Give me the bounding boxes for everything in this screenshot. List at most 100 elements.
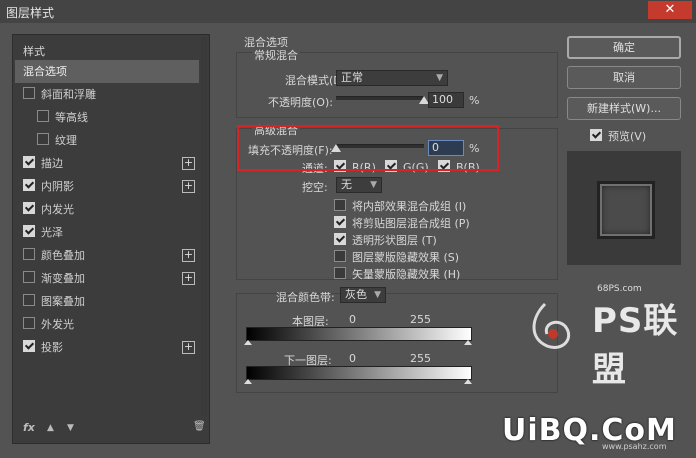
advanced-option-checkbox[interactable] — [334, 216, 346, 228]
advanced-option-label: 将内部效果混合成组 (I) — [352, 200, 467, 213]
effect-checkbox[interactable] — [37, 110, 49, 122]
advanced-option[interactable]: 将剪贴图层混合成组 (P) — [334, 215, 470, 231]
advanced-option-label: 透明形状图层 (T) — [352, 234, 437, 247]
effect-item[interactable]: 描边 + — [15, 152, 199, 175]
advanced-option-checkbox[interactable] — [334, 267, 346, 279]
new-style-button[interactable]: 新建样式(W)... — [567, 97, 681, 120]
ps-brand-watermark: PS联盟 — [592, 301, 679, 390]
effect-item[interactable]: 投影 + — [15, 336, 199, 359]
chevron-down-icon: ▼ — [374, 290, 381, 300]
effect-checkbox[interactable] — [23, 202, 35, 214]
blend-if-label: 混合颜色带: — [276, 291, 335, 304]
knockout-label: 挖空: — [302, 181, 328, 194]
effect-label: 投影 — [41, 341, 63, 354]
effect-label: 光泽 — [41, 226, 63, 239]
effect-item[interactable]: 等高线 — [15, 106, 199, 129]
effect-item[interactable]: 内阴影 + — [15, 175, 199, 198]
advanced-option-label: 矢量蒙版隐藏效果 (H) — [352, 268, 461, 281]
effect-label: 图案叠加 — [41, 295, 85, 308]
effect-item[interactable]: 图案叠加 — [15, 290, 199, 313]
advanced-option-label: 将剪贴图层混合成组 (P) — [352, 217, 470, 230]
advanced-option-checkbox[interactable] — [334, 233, 346, 245]
effect-label: 外发光 — [41, 318, 74, 331]
add-effect-icon[interactable]: + — [182, 180, 195, 193]
styles-panel: 样式 混合选项 斜面和浮雕 等高线 纹理 描边 + 内阴影 + 内发光 光泽 颜色叠加 + 渐变叠加 + 图… — [12, 34, 210, 444]
opacity-unit: % — [469, 94, 480, 107]
this-layer-min: 0 — [349, 313, 356, 326]
preview-swatch — [597, 181, 655, 239]
effect-item[interactable]: 斜面和浮雕 — [15, 83, 199, 106]
advanced-option[interactable]: 透明形状图层 (T) — [334, 232, 437, 248]
add-effect-icon[interactable]: + — [182, 249, 195, 262]
styles-scrollbar[interactable] — [201, 37, 207, 417]
close-button[interactable]: ✕ — [648, 1, 692, 19]
advanced-option-label: 图层蒙版隐藏效果 (S) — [352, 251, 460, 264]
underlying-layer-black-thumb[interactable] — [244, 379, 252, 387]
move-up-icon[interactable]: ▲ — [47, 423, 54, 433]
effect-label: 描边 — [41, 157, 63, 170]
effect-label: 内发光 — [41, 203, 74, 216]
opacity-slider-track[interactable] — [336, 96, 424, 100]
this-layer-black-thumb[interactable] — [244, 340, 252, 348]
effect-item[interactable]: 渐变叠加 + — [15, 267, 199, 290]
effect-checkbox[interactable] — [23, 294, 35, 306]
blend-if-select[interactable]: 灰色 ▼ — [340, 287, 386, 303]
effect-item[interactable]: 内发光 — [15, 198, 199, 221]
advanced-option-checkbox[interactable] — [334, 250, 346, 262]
highlight-box — [237, 125, 499, 171]
effect-checkbox[interactable] — [37, 133, 49, 145]
underlying-layer-gradient — [246, 366, 472, 380]
advanced-option[interactable]: 图层蒙版隐藏效果 (S) — [334, 249, 459, 265]
effect-checkbox[interactable] — [23, 156, 35, 168]
effect-checkbox[interactable] — [23, 225, 35, 237]
add-effect-icon[interactable]: + — [182, 341, 195, 354]
blend-if-value: 灰色 — [345, 288, 367, 301]
underlying-layer-min: 0 — [349, 352, 356, 365]
effect-item[interactable]: 混合选项 — [15, 60, 199, 83]
effect-item[interactable]: 纹理 — [15, 129, 199, 152]
url-watermark: www.psahz.com — [602, 442, 667, 451]
general-blending-title: 常规混合 — [252, 47, 300, 63]
effect-checkbox[interactable] — [23, 340, 35, 352]
effect-checkbox[interactable] — [23, 271, 35, 283]
knockout-value: 无 — [341, 178, 352, 191]
effect-checkbox[interactable] — [23, 317, 35, 329]
preview-checkbox-row[interactable]: 预览(V) — [590, 128, 646, 144]
effect-label: 斜面和浮雕 — [41, 88, 96, 101]
opacity-input[interactable]: 100 — [428, 92, 464, 108]
knockout-select[interactable]: 无 ▼ — [336, 177, 382, 193]
effect-item[interactable]: 光泽 — [15, 221, 199, 244]
fx-icon[interactable]: fx — [23, 421, 35, 434]
preview-label: 预览(V) — [608, 130, 647, 143]
ok-button[interactable]: 确定 — [567, 36, 681, 59]
effect-checkbox[interactable] — [23, 179, 35, 191]
ps-logo-watermark — [532, 302, 571, 349]
styles-header[interactable]: 样式 — [23, 43, 45, 59]
advanced-option[interactable]: 将内部效果混合成组 (I) — [334, 198, 466, 214]
chevron-down-icon: ▼ — [370, 180, 377, 190]
styles-toolbar: fx ▲ ▼ 🗑 — [21, 421, 206, 441]
this-layer-gradient — [246, 327, 472, 341]
advanced-option-checkbox[interactable] — [334, 199, 346, 211]
effect-checkbox[interactable] — [23, 87, 35, 99]
this-layer-white-thumb[interactable] — [464, 340, 472, 348]
effect-item[interactable]: 颜色叠加 + — [15, 244, 199, 267]
layer-style-dialog: 图层样式 ✕ 样式 混合选项 斜面和浮雕 等高线 纹理 描边 + 内阴影 + 内发光 光泽 颜色叠加… — [0, 0, 696, 458]
blend-mode-value: 正常 — [341, 71, 363, 84]
trash-icon[interactable]: 🗑 — [193, 421, 206, 432]
move-down-icon[interactable]: ▼ — [67, 423, 74, 433]
underlying-layer-white-thumb[interactable] — [464, 379, 472, 387]
blend-mode-select[interactable]: 正常 ▼ — [336, 70, 448, 86]
effect-label: 颜色叠加 — [41, 249, 85, 262]
effect-list: 混合选项 斜面和浮雕 等高线 纹理 描边 + 内阴影 + 内发光 光泽 颜色叠加 + 渐变叠加 + 图案叠加… — [15, 60, 199, 359]
preview-checkbox[interactable] — [590, 129, 602, 141]
advanced-option[interactable]: 矢量蒙版隐藏效果 (H) — [334, 266, 460, 282]
add-effect-icon[interactable]: + — [182, 157, 195, 170]
effect-item[interactable]: 外发光 — [15, 313, 199, 336]
dialog-title: 图层样式 — [6, 6, 55, 20]
effect-checkbox[interactable] — [23, 248, 35, 260]
cancel-button[interactable]: 取消 — [567, 66, 681, 89]
effect-label: 等高线 — [55, 111, 88, 124]
effect-label: 渐变叠加 — [41, 272, 85, 285]
add-effect-icon[interactable]: + — [182, 272, 195, 285]
